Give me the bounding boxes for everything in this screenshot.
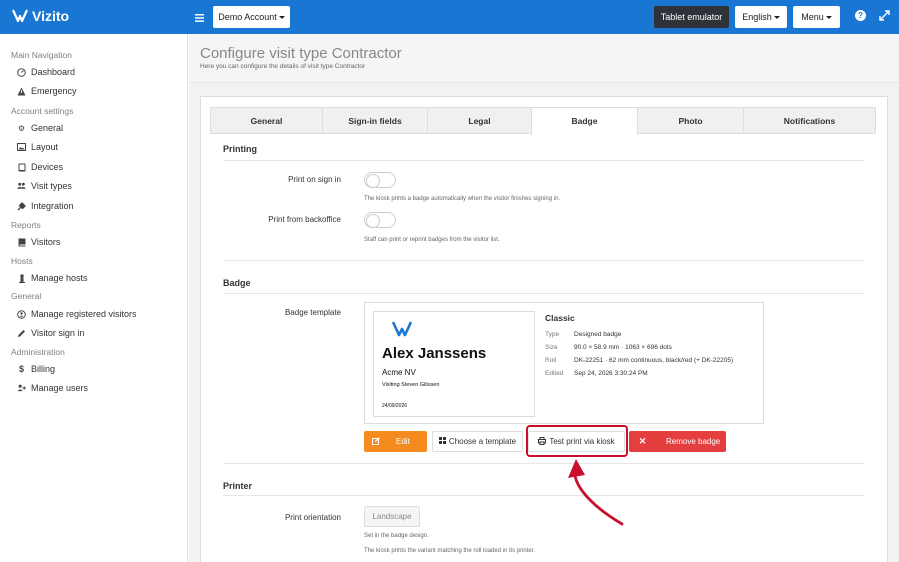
annotation-arrow-icon — [568, 459, 624, 526]
